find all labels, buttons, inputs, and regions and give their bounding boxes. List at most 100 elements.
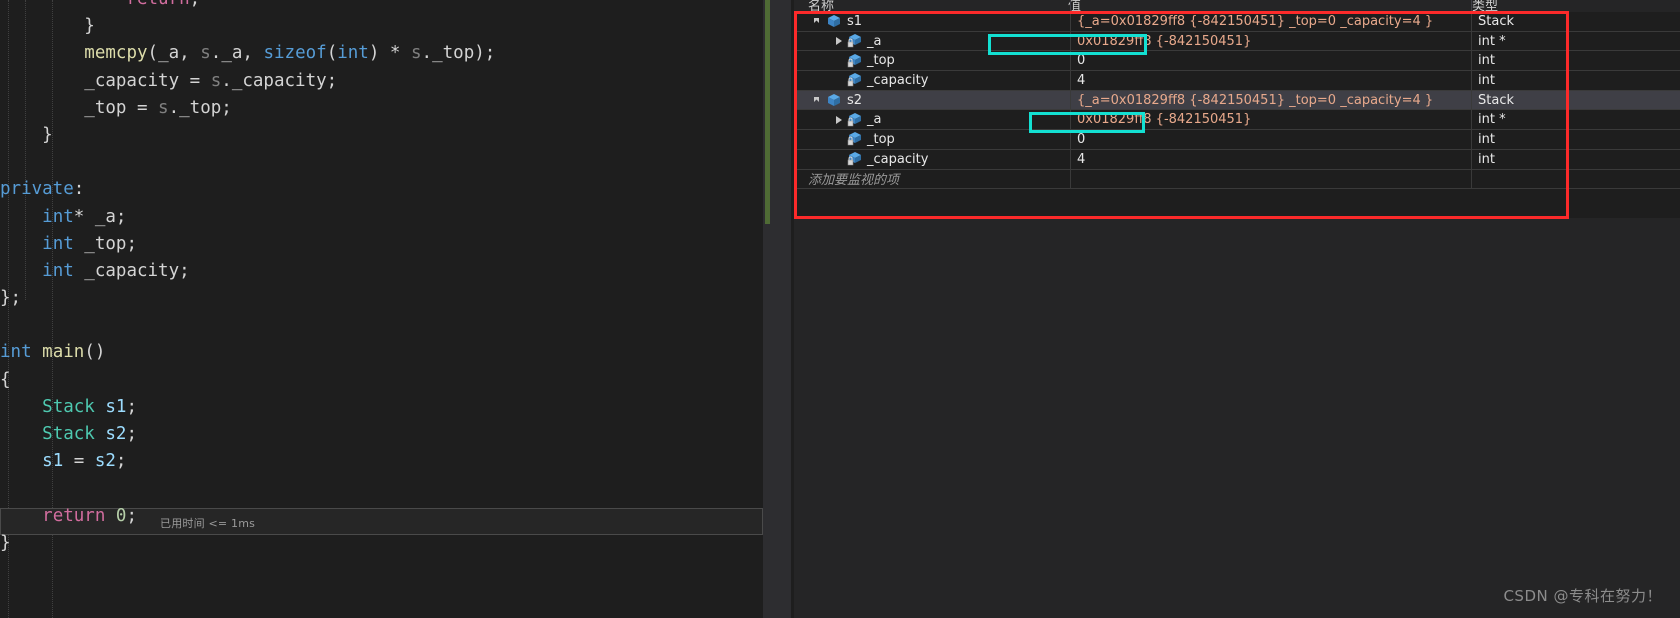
- code-token: _top;: [73, 233, 137, 254]
- watch-row-value-cell[interactable]: {_a=0x01829ff8 {-842150451} _top=0 _capa…: [1071, 12, 1471, 31]
- watch-row[interactable]: s2 {_a=0x01829ff8 {-842150451} _top=0 _ca…: [794, 90, 1680, 111]
- watch-row-name-cell[interactable]: _a: [794, 32, 1070, 51]
- field-private-icon: [846, 33, 862, 49]
- code-token: ) *: [368, 43, 411, 64]
- watch-window[interactable]: 名称 值 类型 s1 {_a=0x01829ff8 {-842150451} _t…: [794, 0, 1680, 618]
- watch-row-name-cell[interactable]: _capacity: [794, 71, 1070, 90]
- watch-row-name-cell[interactable]: _top: [794, 130, 1070, 149]
- code-token: s: [210, 70, 222, 91]
- watch-row[interactable]: _capacity 4 int: [794, 149, 1680, 170]
- watch-row-name-cell[interactable]: _capacity: [794, 150, 1070, 169]
- column-divider: [1070, 90, 1071, 110]
- code-token: s1: [105, 396, 127, 417]
- code-token: _top: [179, 97, 222, 118]
- watch-row[interactable]: _top 0 int: [794, 51, 1680, 72]
- chevron-down-icon[interactable]: [812, 93, 826, 107]
- code-line: int _top;: [0, 231, 495, 258]
- code-token: }: [0, 532, 11, 553]
- watch-row[interactable]: _top 0 int: [794, 130, 1680, 150]
- watch-row-type-cell: int: [1478, 131, 1495, 147]
- watch-rows-grid[interactable]: s1 {_a=0x01829ff8 {-842150451} _top=0 _ca…: [794, 12, 1680, 218]
- header-separator[interactable]: [1471, 0, 1472, 12]
- column-divider: [1471, 71, 1472, 90]
- code-line: private:: [0, 176, 495, 203]
- code-token: * _a;: [73, 206, 127, 227]
- code-token: _top: [432, 43, 475, 64]
- code-token: int: [337, 43, 369, 64]
- code-token: s1: [42, 451, 64, 472]
- watch-row-type-cell: int: [1478, 151, 1495, 167]
- code-token: ;: [126, 424, 138, 444]
- watch-row[interactable]: _capacity 4 int: [794, 71, 1680, 91]
- elapsed-time-annotation: 已用时间 <= 1ms: [160, 517, 256, 530]
- watch-row-value-cell[interactable]: 0x01829ff8 {-842150451}: [1071, 32, 1471, 51]
- code-token: sizeof: [263, 43, 327, 64]
- chevron-right-icon[interactable]: [832, 113, 846, 127]
- code-token: }: [0, 16, 95, 37]
- code-token: return: [42, 505, 106, 526]
- field-private-icon: [846, 151, 862, 167]
- code-token: _a: [221, 43, 243, 64]
- watch-row[interactable]: s1 {_a=0x01829ff8 {-842150451} _top=0 _ca…: [794, 12, 1680, 32]
- code-line: _capacity = s._capacity;: [0, 68, 495, 95]
- code-token: s2: [94, 451, 116, 472]
- code-line: memcpy(_a, s._a, sizeof(int) * s._top);: [0, 40, 495, 67]
- code-token: );: [474, 43, 496, 64]
- watch-row-type-cell: Stack: [1478, 92, 1514, 108]
- header-separator[interactable]: [1070, 0, 1071, 12]
- code-token: ;: [326, 70, 338, 91]
- csdn-watermark: CSDN @专科在努力！: [1503, 587, 1662, 605]
- app-root: return; } memcpy(_a, s._a, sizeof(int) *…: [0, 0, 1680, 618]
- column-divider: [1070, 71, 1071, 90]
- column-divider: [1070, 31, 1071, 51]
- code-token: Stack: [42, 424, 95, 444]
- watch-row[interactable]: _a 0x01829ff8 {-842150451} int *: [794, 31, 1680, 52]
- chevron-right-icon[interactable]: [832, 34, 846, 48]
- watch-row-name-cell[interactable]: _top: [794, 51, 1070, 70]
- add-watch-item-row[interactable]: 添加要监视的项: [794, 169, 1680, 190]
- watch-row-name-cell[interactable]: s1: [794, 12, 1070, 31]
- code-token: :: [73, 179, 85, 200]
- watch-row-value-cell[interactable]: 0: [1071, 130, 1471, 149]
- watch-row-name-cell[interactable]: s2: [794, 91, 1070, 110]
- code-token: s: [411, 43, 422, 64]
- struct-icon: [826, 92, 842, 108]
- column-divider: [1070, 169, 1071, 189]
- watch-row[interactable]: _a 0x01829ff8 {-842150451} int *: [794, 110, 1680, 131]
- code-line: };: [0, 285, 495, 312]
- watch-row-value-cell[interactable]: 4: [1071, 150, 1471, 169]
- chevron-down-icon[interactable]: [812, 14, 826, 28]
- code-line: Stack s2;: [0, 421, 495, 448]
- watch-row-name-label: _a: [867, 33, 882, 49]
- code-editor[interactable]: return; } memcpy(_a, s._a, sizeof(int) *…: [0, 0, 763, 618]
- watch-row-value-cell[interactable]: 4: [1071, 71, 1471, 90]
- watch-row-value-cell[interactable]: 0: [1071, 51, 1471, 70]
- field-private-icon: [846, 72, 862, 88]
- code-token: };: [0, 288, 22, 309]
- watch-row-name-cell[interactable]: _a: [794, 110, 1070, 129]
- code-line: }: [0, 530, 495, 557]
- watch-row-value-cell[interactable]: 0x01829ff8 {-842150451}: [1071, 110, 1471, 129]
- watch-column-header[interactable]: 名称 值 类型: [794, 0, 1680, 14]
- code-line: return;: [0, 0, 495, 13]
- code-line: }: [0, 13, 495, 40]
- column-divider: [1471, 130, 1472, 149]
- watch-row-value-cell[interactable]: {_a=0x01829ff8 {-842150451} _top=0 _capa…: [1071, 91, 1471, 110]
- code-token: (: [326, 43, 338, 64]
- code-token: ,: [179, 43, 201, 64]
- code-token: memcpy: [84, 43, 148, 64]
- code-text[interactable]: return; } memcpy(_a, s._a, sizeof(int) *…: [0, 0, 495, 557]
- watch-row-type-cell: int *: [1478, 33, 1506, 49]
- code-token: int: [0, 342, 32, 363]
- code-token: ;: [126, 396, 138, 417]
- watch-row-type-cell: Stack: [1478, 13, 1514, 29]
